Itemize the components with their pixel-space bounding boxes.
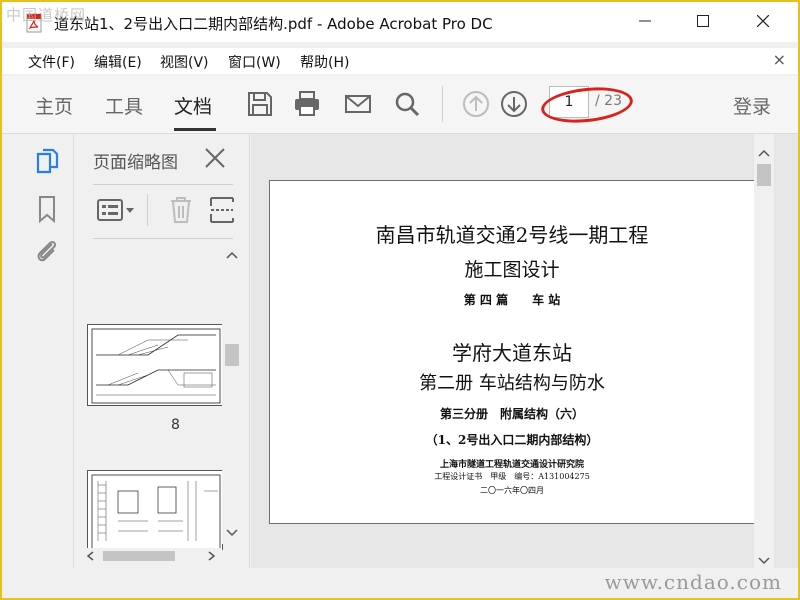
document-viewport: 南昌市轨道交通2号线一期工程 施工图设计 第 四 篇 车 站 学府大道东站 第二…: [251, 134, 798, 568]
close-panel-icon[interactable]: [203, 146, 227, 170]
close-window-button[interactable]: [740, 2, 786, 40]
doc-institute: 上海市隧道工程轨道交通设计研究院: [439, 460, 584, 470]
thumbnail-page[interactable]: [87, 470, 223, 550]
panel-title: 页面缩略图: [93, 153, 178, 173]
doc-subtitle: 施工图设计: [464, 259, 560, 281]
login-button[interactable]: 登录: [733, 92, 771, 119]
save-icon[interactable]: [246, 90, 274, 118]
print-icon[interactable]: [293, 90, 321, 118]
drawing-preview: [91, 474, 221, 550]
page-thumbnails-icon[interactable]: [32, 146, 62, 176]
tab-tools[interactable]: 工具: [105, 92, 143, 119]
doc-section-detail: （1、2号出入口二期内部结构）: [425, 433, 599, 447]
doc-date: 二〇一六年〇四月: [480, 486, 544, 495]
menu-edit[interactable]: 编辑(E): [94, 52, 142, 72]
thumbnail-options-icon[interactable]: [97, 198, 135, 222]
menu-bar: 文件(F) 编辑(E) 视图(V) 窗口(W) 帮助(H) ×: [2, 48, 798, 74]
watermark-bottom: www.cndao.com: [604, 570, 782, 594]
pdf-page: 南昌市轨道交通2号线一期工程 施工图设计 第 四 篇 车 站 学府大道东站 第二…: [269, 180, 755, 524]
window-title: 道东站1、2号出入口二期内部结构.pdf - Adobe Acrobat Pro…: [54, 15, 493, 33]
menu-file[interactable]: 文件(F): [28, 52, 75, 72]
close-icon: [757, 15, 769, 27]
panel-divider: [93, 184, 233, 185]
thumbnail-panel: 页面缩略图 8: [75, 134, 250, 568]
search-icon[interactable]: [393, 90, 421, 118]
doc-certificate: 工程设计证书 甲级 编号：A131004275: [434, 472, 590, 481]
panel-divider: [93, 238, 233, 239]
doc-station-name: 学府大道东站: [452, 341, 572, 365]
page-up-icon[interactable]: [462, 90, 490, 118]
minimize-icon: [639, 20, 651, 22]
maximize-icon: [697, 15, 709, 27]
maximize-button[interactable]: [680, 2, 726, 40]
page-number-input[interactable]: 1: [549, 86, 589, 118]
doc-project-title: 南昌市轨道交通2号线一期工程: [375, 223, 649, 247]
title-bar: 中国道桥网 道东站1、2号出入口二期内部结构.pdf - Adobe Acrob…: [2, 2, 798, 42]
menu-help[interactable]: 帮助(H): [300, 52, 349, 72]
menu-window[interactable]: 窗口(W): [228, 52, 281, 72]
drawing-preview: [91, 328, 221, 404]
doc-volume: 第 四 篇 车 站: [463, 293, 561, 307]
thumbnail-page-label: 8: [171, 417, 180, 433]
toolbar-divider: [147, 194, 148, 226]
footer-strip: www.cndao.com: [2, 568, 798, 598]
page-down-icon[interactable]: [500, 90, 528, 118]
document-vertical-scrollbar[interactable]: [754, 134, 774, 568]
watermark-top: 中国道桥网: [6, 6, 87, 24]
thumbnail-horizontal-scrollbar[interactable]: [81, 548, 221, 564]
close-document-button[interactable]: ×: [773, 50, 786, 69]
email-icon[interactable]: [344, 90, 372, 118]
thumbnail-vertical-scrollbar[interactable]: [222, 244, 242, 544]
toolbar-separator: [442, 86, 443, 122]
attachment-icon[interactable]: [32, 236, 62, 266]
bookmark-icon[interactable]: [32, 194, 62, 224]
menu-view[interactable]: 视图(V): [160, 52, 209, 72]
navigation-rail: [2, 134, 74, 568]
minimize-button[interactable]: [622, 2, 668, 40]
thumbnail-page[interactable]: [87, 324, 223, 406]
tab-document[interactable]: 文档: [174, 92, 212, 119]
insert-page-icon[interactable]: [209, 196, 235, 224]
doc-book: 第二册 车站结构与防水: [419, 373, 605, 394]
page-total-label: / 23: [595, 93, 622, 109]
delete-page-icon[interactable]: [169, 196, 193, 224]
doc-section: 第三分册 附属结构（六）: [439, 407, 584, 421]
active-tab-indicator: [174, 128, 216, 131]
tab-home[interactable]: 主页: [35, 92, 73, 119]
main-toolbar: 主页 工具 文档: [2, 76, 798, 134]
